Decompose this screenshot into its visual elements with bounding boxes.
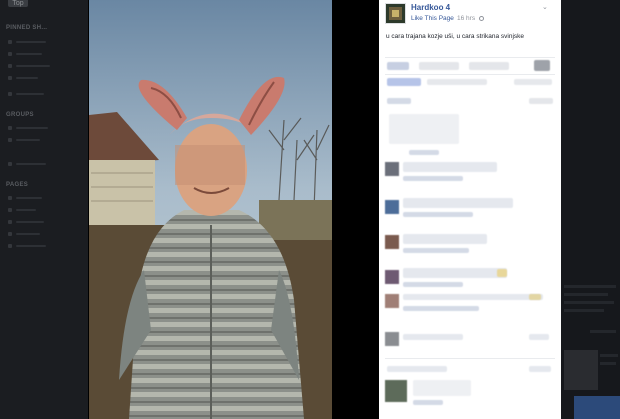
sidebar-icon (8, 52, 12, 56)
comment-text (403, 268, 507, 278)
comment-actions[interactable] (409, 150, 439, 155)
divider (385, 74, 555, 75)
commenter-avatar[interactable] (385, 332, 399, 346)
sidebar-icon (8, 64, 12, 68)
commenter-avatar[interactable] (385, 270, 399, 284)
sidebar-icon (8, 92, 12, 96)
more-options[interactable] (534, 60, 550, 71)
comment-text (403, 334, 463, 340)
sidebar-icon (8, 126, 12, 130)
page-name-link[interactable]: Hardkoo 4 (411, 3, 450, 12)
sidebar-row (16, 209, 36, 211)
comment-bubble (389, 114, 459, 144)
divider (385, 358, 555, 359)
write-comment-label (387, 366, 447, 372)
sidebar-row (16, 245, 46, 247)
background-block (590, 330, 616, 333)
commenter-avatar[interactable] (385, 162, 399, 176)
reaction-icons (387, 78, 421, 86)
sidebar-icon (8, 76, 12, 80)
sidebar-icon (8, 162, 12, 166)
comment-actions[interactable] (403, 282, 463, 287)
comment-actions[interactable] (403, 306, 479, 311)
share-count (514, 79, 552, 85)
comment-text (403, 198, 513, 208)
comment-text (403, 162, 497, 172)
comment-actions[interactable] (403, 212, 473, 217)
post-timestamp[interactable]: 16 hrs (457, 15, 475, 22)
comment-actions[interactable] (413, 400, 443, 405)
sidebar-row (16, 53, 42, 55)
background-image (564, 350, 598, 390)
sidebar-row (16, 139, 40, 141)
divider (385, 57, 555, 58)
comment-action-button[interactable] (419, 62, 459, 70)
top-tab: Top (8, 0, 28, 7)
like-action-button[interactable] (387, 62, 409, 70)
sidebar-row (16, 127, 48, 129)
sidebar-row (16, 197, 42, 199)
comment-meta (529, 334, 549, 340)
background-block (564, 301, 614, 304)
sidebar-icon (8, 196, 12, 200)
sidebar-row (16, 221, 44, 223)
background-right-column (560, 0, 620, 419)
sidebar-section-pages: PAGES (6, 182, 29, 188)
page-avatar[interactable] (385, 3, 406, 24)
separator-dot: · (449, 15, 452, 22)
comment-text (403, 234, 487, 244)
emoji (529, 294, 541, 300)
background-left-sidebar: Top PINNED SH... GROUPS PAGES (0, 0, 88, 419)
reaction-count (427, 79, 487, 85)
background-block (600, 354, 618, 357)
comment-actions[interactable] (403, 248, 469, 253)
commenter-avatar[interactable] (385, 294, 399, 308)
sidebar-row (16, 233, 40, 235)
like-page-link[interactable]: Like This Page (411, 15, 454, 22)
sidebar-section-pinned: PINNED SH... (6, 25, 48, 31)
commenter-avatar[interactable] (385, 235, 399, 249)
avatar-image (386, 4, 405, 23)
sidebar-icon (8, 232, 12, 236)
globe-icon (479, 16, 484, 21)
post-details-panel: Hardkoo 4 ⌄ Like This Page · 16 hrs u ca… (379, 0, 561, 419)
background-block (564, 293, 608, 296)
comment-text (403, 294, 543, 300)
post-photo[interactable] (89, 0, 332, 419)
sidebar-section-groups: GROUPS (6, 112, 34, 118)
post-caption: u cara trajana kozje uši, u cara strikan… (386, 33, 525, 40)
background-block (564, 285, 616, 288)
comment-actions[interactable] (403, 176, 463, 181)
commenter-avatar[interactable] (385, 380, 407, 402)
sidebar-row (16, 93, 44, 95)
commenter-avatar[interactable] (385, 200, 399, 214)
sidebar-icon (8, 220, 12, 224)
comment-order[interactable] (529, 98, 553, 104)
view-more-comments[interactable] (387, 98, 411, 104)
chat-bar[interactable] (574, 396, 620, 419)
emoji (497, 269, 507, 277)
share-action-button[interactable] (469, 62, 509, 70)
sidebar-row (16, 65, 50, 67)
sidebar-icon (8, 208, 12, 212)
photo-image (89, 0, 332, 419)
sidebar-icon (8, 40, 12, 44)
sidebar-row (16, 41, 46, 43)
sidebar-icon (8, 244, 12, 248)
chevron-down-icon[interactable]: ⌄ (542, 3, 548, 11)
comment-input[interactable] (413, 380, 471, 396)
comment-meta (529, 366, 551, 372)
background-block (600, 362, 616, 365)
background-block (564, 309, 604, 312)
sidebar-row (16, 77, 38, 79)
sidebar-row (16, 163, 46, 165)
sidebar-icon (8, 138, 12, 142)
